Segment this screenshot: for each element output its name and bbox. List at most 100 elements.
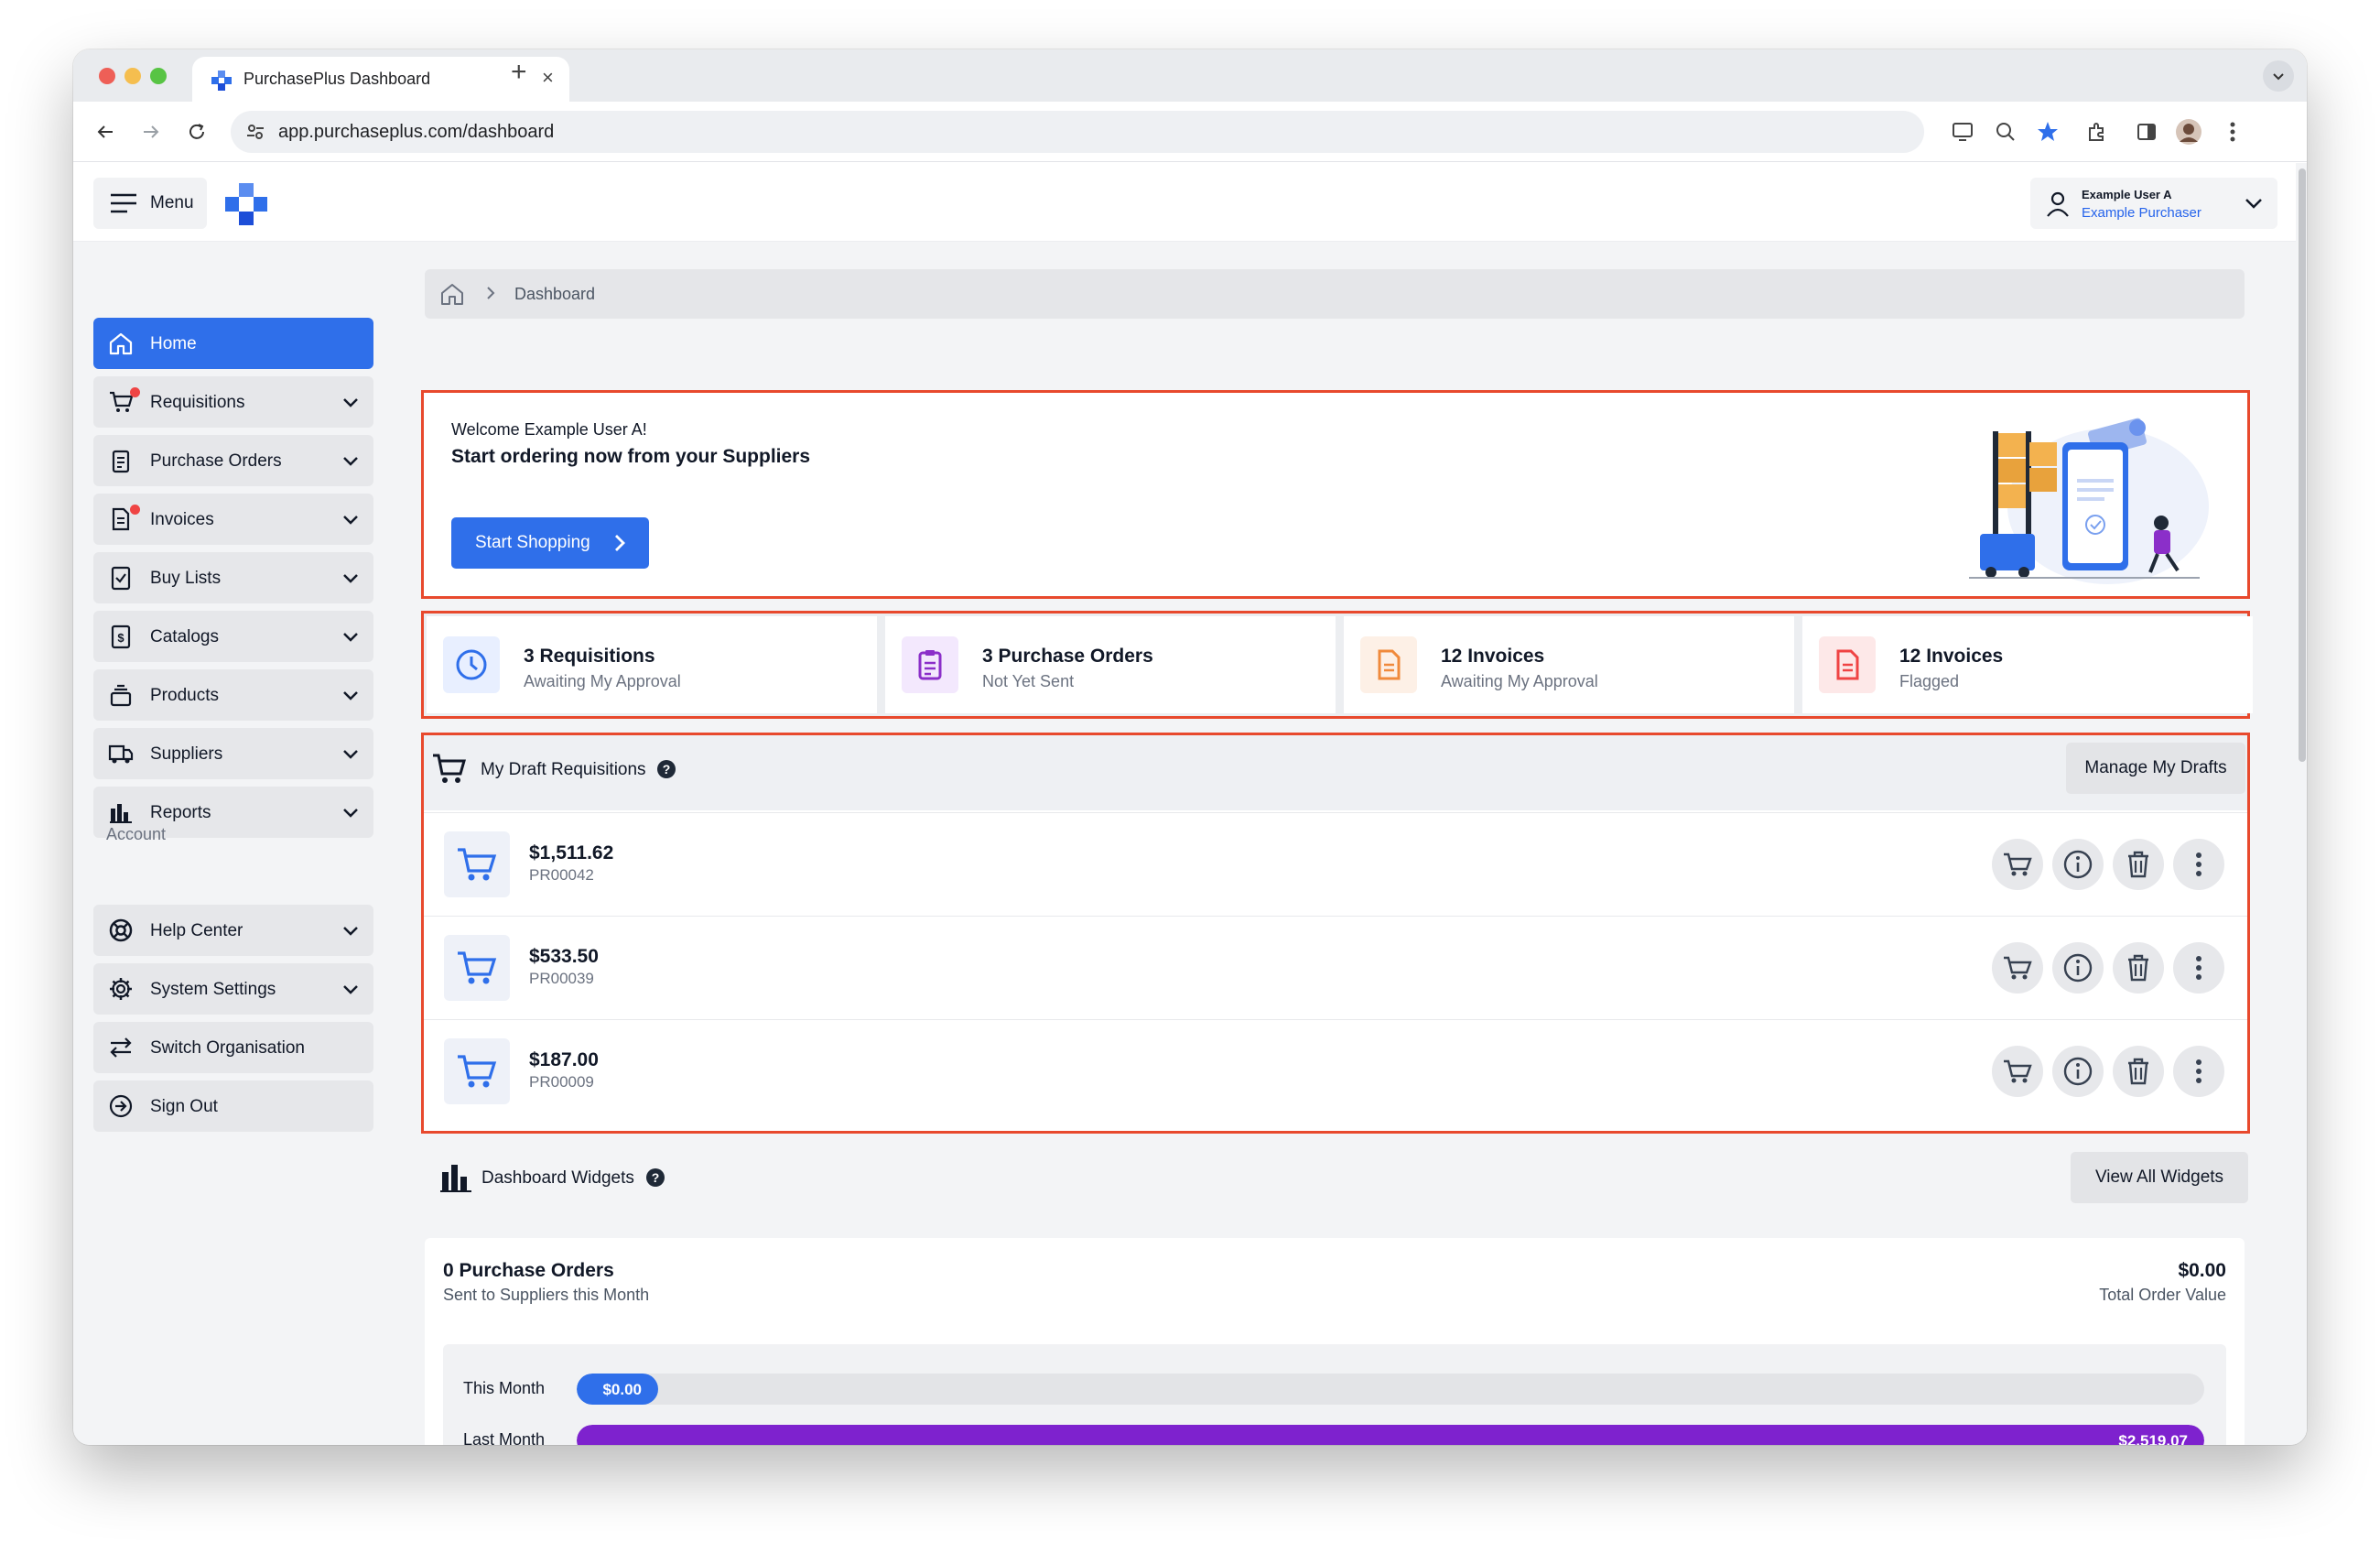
- extensions-icon[interactable]: [2083, 118, 2111, 146]
- purchaseplus-logo-icon[interactable]: [223, 181, 269, 227]
- menu-button[interactable]: Menu: [93, 178, 207, 229]
- bookmark-star-icon[interactable]: [2034, 118, 2061, 146]
- chevron-down-icon: [343, 633, 358, 642]
- info-icon[interactable]: [2052, 942, 2104, 994]
- chevron-down-icon: [343, 457, 358, 466]
- sidebar-item-label: Suppliers: [150, 744, 223, 764]
- stat-title: 12 Invoices: [1899, 646, 2004, 667]
- address-bar[interactable]: app.purchaseplus.com/dashboard: [231, 111, 1924, 153]
- reload-icon[interactable]: [183, 118, 211, 146]
- sidebar-item-sign-out[interactable]: Sign Out: [93, 1080, 373, 1132]
- cast-icon[interactable]: [1950, 118, 1977, 146]
- home-icon[interactable]: [439, 281, 465, 307]
- sidebar-item-suppliers[interactable]: Suppliers: [93, 728, 373, 779]
- add-to-cart-icon[interactable]: [1992, 1046, 2043, 1097]
- draft-requisitions-header: My Draft Requisitions ? Manage My Drafts: [424, 735, 2247, 810]
- stat-subtitle: Not Yet Sent: [982, 672, 1075, 690]
- home-icon: [109, 332, 133, 355]
- welcome-greeting: Welcome Example User A!: [451, 420, 647, 439]
- view-all-widgets-button[interactable]: View All Widgets: [2071, 1152, 2248, 1203]
- sidebar-item-products[interactable]: Products: [93, 669, 373, 721]
- catalog-icon: $: [111, 624, 131, 649]
- minimize-window-button[interactable]: [124, 68, 141, 84]
- tab-search-chevron-icon[interactable]: [2263, 60, 2294, 92]
- sidebar-item-label: Reports: [150, 803, 211, 822]
- tab-title: PurchasePlus Dashboard: [243, 70, 431, 88]
- truck-icon: [108, 744, 134, 764]
- back-icon[interactable]: [92, 118, 119, 146]
- profile-avatar-icon[interactable]: [2175, 118, 2202, 146]
- info-icon[interactable]: [2052, 839, 2104, 890]
- stat-card-invoices-approval[interactable]: 12 Invoices Awaiting My Approval: [1344, 616, 1794, 713]
- clipboard-icon: [902, 636, 958, 693]
- sidebar-item-catalogs[interactable]: $ Catalogs: [93, 611, 373, 662]
- sidebar-item-system-settings[interactable]: System Settings: [93, 963, 373, 1015]
- help-icon[interactable]: ?: [657, 760, 676, 778]
- site-settings-icon[interactable]: [245, 122, 265, 142]
- browser-menu-icon[interactable]: [2219, 118, 2246, 146]
- user-menu-button[interactable]: Example User A Example Purchaser: [2030, 178, 2277, 229]
- notification-dot: [130, 505, 140, 515]
- help-icon[interactable]: ?: [646, 1168, 665, 1187]
- sidebar-item-label: Help Center: [150, 921, 243, 940]
- trash-icon[interactable]: [2113, 942, 2164, 994]
- forward-icon[interactable]: [137, 118, 165, 146]
- add-to-cart-icon[interactable]: [1992, 942, 2043, 994]
- sidebar-item-label: Home: [150, 334, 197, 353]
- add-to-cart-icon[interactable]: [1992, 839, 2043, 890]
- sidebar-item-label: Catalogs: [150, 627, 219, 646]
- widget-total-label: Total Order Value: [2099, 1286, 2226, 1304]
- close-window-button[interactable]: [99, 68, 115, 84]
- browser-window: PurchasePlus Dashboard × + app.purchasep…: [73, 49, 2307, 1445]
- more-options-icon[interactable]: [2173, 839, 2224, 890]
- stat-card-requisitions[interactable]: 3 Requisitions Awaiting My Approval: [427, 616, 877, 713]
- app-viewport: Menu Example User A Example Purchaser Ho…: [73, 163, 2307, 1445]
- stat-title: 12 Invoices: [1441, 646, 1545, 667]
- bar-chart-icon: [110, 804, 132, 823]
- bar-fill-this-month: $0.00: [577, 1374, 658, 1405]
- tab-close-icon[interactable]: ×: [542, 66, 554, 90]
- sidebar-item-buy-lists[interactable]: Buy Lists: [93, 552, 373, 603]
- zoom-icon[interactable]: [1992, 118, 2019, 146]
- stat-title: 3 Requisitions: [524, 646, 655, 667]
- sidebar-item-purchase-orders[interactable]: Purchase Orders: [93, 435, 373, 486]
- stat-subtitle: Awaiting My Approval: [524, 672, 681, 690]
- account-section-heading: Account: [106, 825, 167, 843]
- side-panel-icon[interactable]: [2133, 118, 2160, 146]
- breadcrumb: Dashboard: [425, 269, 2245, 319]
- page-scrollbar-thumb[interactable]: [2299, 168, 2306, 762]
- draft-row[interactable]: $187.00 PR00009: [424, 1019, 2247, 1123]
- draft-row[interactable]: $1,511.62 PR00042: [424, 812, 2247, 916]
- sidebar-item-home[interactable]: Home: [93, 318, 373, 369]
- sidebar-item-switch-organisation[interactable]: Switch Organisation: [93, 1022, 373, 1073]
- switch-icon: [110, 1037, 132, 1058]
- draft-row[interactable]: $533.50 PR00039: [424, 916, 2247, 1019]
- products-icon: [110, 684, 132, 707]
- more-options-icon[interactable]: [2173, 1046, 2224, 1097]
- widget-total-value: $0.00: [2178, 1260, 2226, 1281]
- more-options-icon[interactable]: [2173, 942, 2224, 994]
- trash-icon[interactable]: [2113, 839, 2164, 890]
- maximize-window-button[interactable]: [150, 68, 167, 84]
- browser-toolbar: app.purchaseplus.com/dashboard: [73, 102, 2307, 162]
- chevron-down-icon: [343, 809, 358, 818]
- info-icon[interactable]: [2052, 1046, 2104, 1097]
- sidebar-item-help-center[interactable]: Help Center: [93, 905, 373, 956]
- manage-my-drafts-button[interactable]: Manage My Drafts: [2066, 743, 2245, 794]
- sidebar-item-invoices[interactable]: Invoices: [93, 494, 373, 545]
- sidebar-item-requisitions[interactable]: Requisitions: [93, 376, 373, 428]
- trash-icon[interactable]: [2113, 1046, 2164, 1097]
- stat-card-purchase-orders[interactable]: 3 Purchase Orders Not Yet Sent: [885, 616, 1336, 713]
- stat-card-invoices-flagged[interactable]: 12 Invoices Flagged: [1802, 616, 2253, 713]
- new-tab-icon[interactable]: +: [511, 57, 527, 88]
- bar-fill-last-month: $2,519.07: [577, 1425, 2204, 1445]
- checklist-icon: [111, 566, 131, 591]
- draft-amount: $533.50: [529, 946, 599, 967]
- document-icon: [1360, 636, 1417, 693]
- draft-requisitions-panel: My Draft Requisitions ? Manage My Drafts…: [421, 733, 2250, 1134]
- chevron-down-icon: [343, 574, 358, 583]
- start-shopping-button[interactable]: Start Shopping: [451, 517, 649, 569]
- chevron-down-icon: [2245, 199, 2262, 209]
- draft-requisitions-title: My Draft Requisitions: [481, 760, 646, 779]
- widget-comparison-chart: This Month $0.00 Last Month $2,519.07: [443, 1344, 2226, 1445]
